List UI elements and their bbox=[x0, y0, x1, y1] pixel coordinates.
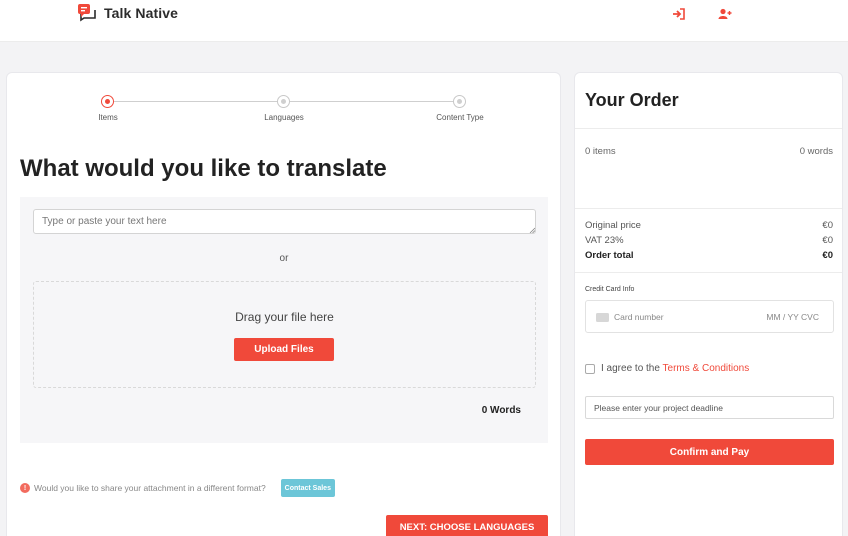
input-panel: or Drag your file here Upload Files 0 Wo… bbox=[20, 197, 548, 443]
terms-conditions-link[interactable]: Terms & Conditions bbox=[663, 363, 750, 374]
original-price-label: Original price bbox=[585, 220, 641, 231]
divider bbox=[575, 272, 842, 273]
step-languages-label: Languages bbox=[264, 113, 304, 122]
top-navbar: Talk Native bbox=[0, 0, 848, 42]
text-input[interactable] bbox=[33, 209, 536, 234]
step-languages-dot[interactable] bbox=[277, 95, 290, 108]
info-icon: ! bbox=[20, 483, 30, 493]
vat-value: €0 bbox=[822, 235, 833, 246]
terms-checkbox[interactable] bbox=[585, 363, 595, 374]
credit-card-icon bbox=[596, 313, 609, 322]
agree-text: I agree to the Terms & Conditions bbox=[601, 363, 749, 374]
chat-bubble-logo-icon bbox=[78, 4, 96, 22]
stepper-line bbox=[114, 101, 284, 102]
order-summary-card: Your Order 0 items 0 words Original pric… bbox=[574, 72, 843, 536]
next-choose-languages-button[interactable]: NEXT: CHOOSE LANGUAGES bbox=[386, 515, 548, 536]
order-total-value: €0 bbox=[822, 250, 833, 261]
sign-in-icon[interactable] bbox=[672, 8, 686, 20]
brand-logo[interactable]: Talk Native bbox=[77, 3, 178, 23]
attachment-format-row: ! Would you like to share your attachmen… bbox=[20, 479, 335, 497]
stepper-line bbox=[290, 101, 460, 102]
divider bbox=[575, 128, 842, 129]
vat-label: VAT 23% bbox=[585, 235, 624, 246]
upload-files-button[interactable]: Upload Files bbox=[234, 338, 334, 361]
card-number-placeholder[interactable]: Card number bbox=[614, 312, 664, 322]
step-content-type-dot[interactable] bbox=[453, 95, 466, 108]
page-title: What would you like to translate bbox=[20, 155, 387, 182]
word-count: 0 Words bbox=[481, 405, 521, 416]
order-total-label: Order total bbox=[585, 250, 634, 261]
step-content-type-label: Content Type bbox=[436, 113, 484, 122]
card-expiry-cvc-placeholder[interactable]: MM / YY CVC bbox=[766, 312, 819, 322]
file-dropzone[interactable]: Drag your file here Upload Files bbox=[33, 281, 536, 388]
user-plus-icon[interactable] bbox=[718, 8, 732, 20]
agree-prefix: I agree to the bbox=[601, 363, 663, 374]
dropzone-label: Drag your file here bbox=[235, 310, 334, 324]
or-separator: or bbox=[279, 253, 289, 264]
step-items-dot[interactable] bbox=[101, 95, 114, 108]
terms-agreement-row: I agree to the Terms & Conditions bbox=[585, 363, 749, 374]
original-price-value: €0 bbox=[822, 220, 833, 231]
order-items-count: 0 items bbox=[585, 146, 616, 157]
credit-card-label: Credit Card Info bbox=[585, 286, 635, 293]
resize-grip-icon[interactable] bbox=[529, 227, 535, 233]
step-items-label: Items bbox=[98, 113, 118, 122]
brand-name: Talk Native bbox=[104, 5, 178, 21]
confirm-and-pay-button[interactable]: Confirm and Pay bbox=[585, 439, 834, 465]
credit-card-field[interactable]: Card number MM / YY CVC bbox=[585, 300, 834, 333]
order-title: Your Order bbox=[585, 90, 679, 110]
order-words-count: 0 words bbox=[799, 146, 833, 157]
attachment-question: Would you like to share your attachment … bbox=[34, 483, 266, 493]
contact-sales-button[interactable]: Contact Sales bbox=[280, 479, 335, 497]
project-deadline-input[interactable] bbox=[585, 396, 834, 419]
translation-form-card: Items Languages Content Type What would … bbox=[6, 72, 561, 536]
divider bbox=[575, 208, 842, 209]
